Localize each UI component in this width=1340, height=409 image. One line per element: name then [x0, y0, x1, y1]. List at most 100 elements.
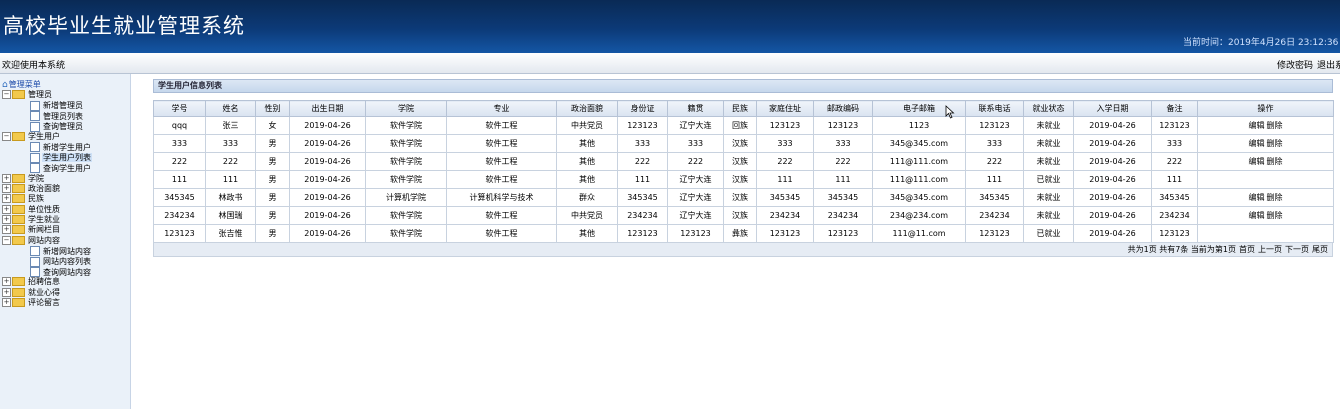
column-header: 家庭住址	[756, 100, 814, 117]
table-cell: 222	[667, 152, 724, 171]
table-cell: 333	[153, 134, 206, 153]
table-cell: 111	[205, 170, 256, 189]
menu-item-17[interactable]: 查询网站内容	[2, 267, 92, 278]
table-row: 111 111 男 2019-04-26 软件学院 软件工程 其他 111 辽宁大连 汉族 111 1…	[153, 170, 1334, 189]
menu-item-6[interactable]: 学生用户列表	[2, 152, 92, 163]
table-cell: 2019-04-26	[289, 206, 366, 225]
table-cell: 2019-04-26	[289, 188, 366, 207]
menu-label: 就业心得	[28, 287, 60, 297]
expand-icon[interactable]: +	[2, 287, 11, 297]
table-cell: 软件工程	[446, 152, 557, 171]
table-cell: 彝族	[723, 224, 757, 243]
expand-icon[interactable]: +	[2, 225, 11, 235]
delete-link[interactable]: 删除	[1267, 157, 1283, 166]
expand-icon[interactable]: +	[2, 277, 11, 287]
mouse-cursor-icon	[945, 105, 955, 119]
table-cell: 111	[617, 170, 668, 189]
menu-folder-9[interactable]: + 政治面貌	[2, 183, 92, 194]
logout-link[interactable]: 退出系	[1317, 61, 1340, 71]
edit-link[interactable]: 编辑	[1249, 157, 1265, 166]
menu-item-5[interactable]: 新增学生用户	[2, 142, 92, 153]
menu-label: 民族	[28, 194, 44, 204]
last-page-link[interactable]: 尾页	[1312, 245, 1328, 254]
table-cell: 林国瑞	[205, 206, 256, 225]
delete-link[interactable]: 删除	[1267, 121, 1283, 130]
page-icon	[30, 100, 40, 111]
page-icon	[30, 111, 40, 122]
table-cell: 234@234.com	[872, 206, 966, 225]
next-page-link[interactable]: 下一页	[1285, 245, 1309, 254]
table-cell: 123123	[965, 116, 1024, 135]
table-cell: 2019-04-26	[1073, 116, 1152, 135]
table-cell: 333	[965, 134, 1024, 153]
table-cell: 123123	[756, 116, 814, 135]
expand-icon[interactable]: +	[2, 183, 11, 193]
table-cell: 辽宁大连	[667, 188, 724, 207]
menu-label: 管理员列表	[43, 111, 83, 121]
menu-folder-11[interactable]: + 单位性质	[2, 204, 92, 215]
collapse-icon[interactable]: −	[2, 131, 11, 141]
menu-folder-19[interactable]: + 就业心得	[2, 287, 92, 298]
menu-label: 学生用户列表	[42, 153, 92, 163]
menu-folder-18[interactable]: + 招聘信息	[2, 277, 92, 287]
prev-page-link[interactable]: 上一页	[1258, 245, 1282, 254]
menu-folder-13[interactable]: + 新闻栏目	[2, 225, 92, 235]
menu-label: 政治面貌	[28, 183, 60, 193]
menu-folder-14[interactable]: − 网站内容	[2, 235, 92, 246]
first-page-link[interactable]: 首页	[1239, 245, 1255, 254]
edit-link[interactable]: 编辑	[1249, 193, 1265, 202]
expand-icon[interactable]: +	[2, 215, 11, 225]
menu-folder-4[interactable]: − 学生用户	[2, 131, 92, 142]
menu-folder-0[interactable]: − 管理员	[2, 90, 92, 100]
table-cell: 234234	[617, 206, 668, 225]
collapse-icon[interactable]: −	[2, 90, 11, 100]
menu-folder-8[interactable]: + 学院	[2, 173, 92, 184]
expand-icon[interactable]: +	[2, 194, 11, 204]
expand-icon[interactable]: +	[2, 173, 11, 183]
menu-root[interactable]: ⌂管理菜单	[2, 80, 92, 90]
menu-item-3[interactable]: 查询管理员	[2, 121, 92, 132]
expand-icon[interactable]: +	[2, 298, 11, 308]
expand-icon[interactable]: +	[2, 204, 11, 214]
menu-item-1[interactable]: 新增管理员	[2, 100, 92, 111]
top-links: 修改密码 退出系	[1273, 58, 1340, 71]
menu-folder-20[interactable]: + 评论留言	[2, 298, 92, 308]
table-cell: 123123	[965, 224, 1024, 243]
table-cell: 辽宁大连	[667, 116, 724, 135]
table-cell: 333	[813, 134, 873, 153]
menu-folder-12[interactable]: + 学生就业	[2, 215, 92, 225]
table-cell: 2019-04-26	[289, 170, 366, 189]
table-row: 333 333 男 2019-04-26 软件学院 软件工程 其他 333 333 汉族 333 33…	[153, 134, 1334, 153]
panel-title: 学生用户信息列表	[153, 79, 1333, 93]
column-header: 操作	[1197, 100, 1334, 117]
table-cell: 2019-04-26	[289, 152, 366, 171]
table-cell: 111	[965, 170, 1024, 189]
table-cell: 林政书	[205, 188, 256, 207]
table-cell: 222	[756, 152, 814, 171]
column-header: 性别	[255, 100, 290, 117]
edit-link[interactable]: 编辑	[1249, 121, 1265, 130]
table-cell: qqq	[153, 116, 206, 135]
table-cell: 345345	[153, 188, 206, 207]
menu-item-16[interactable]: 网站内容列表	[2, 256, 92, 267]
table-cell: 男	[255, 152, 290, 171]
row-actions: 编辑 删除	[1197, 206, 1334, 225]
menu-item-2[interactable]: 管理员列表	[2, 111, 92, 122]
delete-link[interactable]: 删除	[1267, 139, 1283, 148]
menu-folder-10[interactable]: + 民族	[2, 194, 92, 204]
table-cell: 其他	[556, 224, 618, 243]
table-row: 123123 张吉惟男 2019-04-26 软件学院 软件工程 其他 123123 1231…	[153, 224, 1334, 243]
edit-link[interactable]: 编辑	[1249, 139, 1265, 148]
table-cell: 345345	[756, 188, 814, 207]
table-row: 234234 林国瑞男 2019-04-26 软件学院 软件工程 中共党员 234234 辽宁…	[153, 206, 1334, 225]
table-cell: 2019-04-26	[1073, 134, 1152, 153]
change-password-link[interactable]: 修改密码	[1277, 61, 1313, 71]
edit-link[interactable]: 编辑	[1249, 211, 1265, 220]
folder-icon	[12, 194, 25, 204]
menu-item-15[interactable]: 新增网站内容	[2, 246, 92, 257]
menu-item-7[interactable]: 查询学生用户	[2, 163, 92, 174]
row-actions: 编辑 删除	[1197, 134, 1334, 153]
collapse-icon[interactable]: −	[2, 235, 11, 245]
delete-link[interactable]: 删除	[1267, 211, 1283, 220]
delete-link[interactable]: 删除	[1267, 193, 1283, 202]
